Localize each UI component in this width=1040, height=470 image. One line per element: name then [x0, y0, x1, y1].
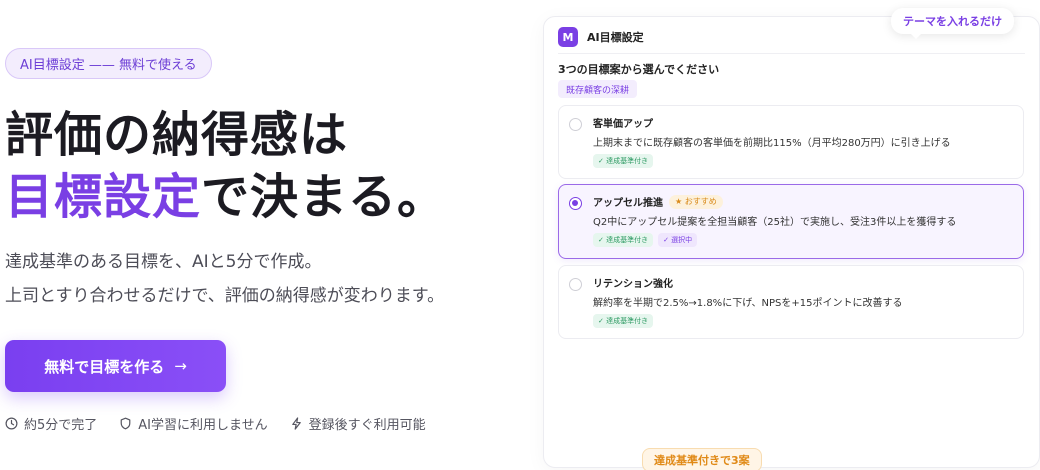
headline-line-1: 評価の納得感は	[5, 107, 349, 163]
card-header: M AI目標設定	[558, 27, 644, 47]
criteria-chip: ✓ 達成基準付き	[593, 233, 654, 247]
goal-option-2[interactable]: アップセル推進 ★ おすすめ Q2中にアップセル提案を全担当顧客（25社）で実施…	[558, 184, 1024, 259]
feature-list: 約5分で完了 AI学習に利用しません 登録後すぐ利用可能	[5, 414, 426, 433]
option-description: Q2中にアップセル提案を全担当顧客（25社）で実施し、受注3件以上を獲得する	[593, 217, 957, 228]
headline-rest: で決まる。	[201, 169, 447, 225]
divider	[558, 53, 1025, 54]
arrow-right-icon: →	[174, 357, 187, 375]
option-title: リテンション強化	[593, 275, 673, 290]
selected-chip: ✓ 選択中	[658, 233, 698, 247]
option-chips: ✓ 達成基準付き ✓ 選択中	[593, 233, 698, 247]
radio-button-selected[interactable]	[569, 197, 582, 210]
headline-accent: 目標設定	[5, 169, 202, 225]
option-title-text: アップセル推進	[593, 198, 663, 209]
cta-button[interactable]: 無料で目標を作る →	[5, 340, 226, 392]
radio-button[interactable]	[569, 278, 582, 291]
feature-item: 登録後すぐ利用可能	[290, 414, 426, 433]
feature-item: AI学習に利用しません	[119, 414, 268, 433]
option-description: 上期末までに既存顧客の客単価を前期比115%（月平均280万円）に引き上げる	[593, 138, 951, 149]
headline: 評価の納得感は 目標設定で決まる。	[5, 104, 446, 228]
criteria-chip: ✓ 達成基準付き	[593, 314, 654, 328]
option-title: アップセル推進 ★ おすすめ	[593, 194, 723, 209]
option-title: 客単価アップ	[593, 115, 653, 130]
subheadline: 達成基準のある目標を、AIと5分で作成。 上司とすり合わせるだけで、評価の納得感…	[5, 245, 444, 313]
card-title: AI目標設定	[587, 31, 644, 44]
feature-label: 登録後すぐ利用可能	[308, 418, 426, 433]
options-prompt: 3つの目標案から選んでください	[558, 63, 720, 76]
option-chips: ✓ 達成基準付き	[593, 314, 654, 328]
subheadline-line-2: 上司とすり合わせるだけで、評価の納得感が変わります。	[5, 286, 445, 306]
radio-button[interactable]	[569, 118, 582, 131]
option-chips: ✓ 達成基準付き	[593, 154, 654, 168]
option-title-text: 客単価アップ	[593, 119, 653, 130]
cta-label: 無料で目標を作る	[44, 357, 165, 376]
subheadline-line-1: 達成基準のある目標を、AIと5分で作成。	[5, 252, 322, 272]
app-logo: M	[558, 27, 578, 47]
three-options-badge: 達成基準付きで3案	[642, 448, 762, 470]
headline-line-2: 目標設定で決まる。	[5, 166, 446, 228]
feature-label: AI学習に利用しません	[138, 418, 268, 433]
category-tag: 既存顧客の深耕	[558, 80, 638, 98]
goal-option-1[interactable]: 客単価アップ 上期末までに既存顧客の客単価を前期比115%（月平均280万円）に…	[558, 105, 1024, 179]
goal-option-3[interactable]: リテンション強化 解約率を半期で2.5%→1.8%に下げ、NPSを+15ポイント…	[558, 265, 1024, 339]
feature-item: 約5分で完了	[5, 414, 97, 433]
criteria-chip: ✓ 達成基準付き	[593, 154, 654, 168]
option-title-text: リテンション強化	[593, 279, 673, 290]
hero-pill: AI目標設定 —— 無料で使える	[5, 48, 212, 79]
theme-tooltip: テーマを入れるだけ	[891, 8, 1014, 39]
clock-icon	[5, 417, 18, 430]
shield-icon	[120, 417, 131, 430]
recommended-badge: ★ おすすめ	[669, 194, 723, 209]
option-description: 解約率を半期で2.5%→1.8%に下げ、NPSを+15ポイントに改善する	[593, 298, 903, 309]
lightning-icon	[291, 417, 301, 430]
feature-label: 約5分で完了	[24, 418, 98, 433]
